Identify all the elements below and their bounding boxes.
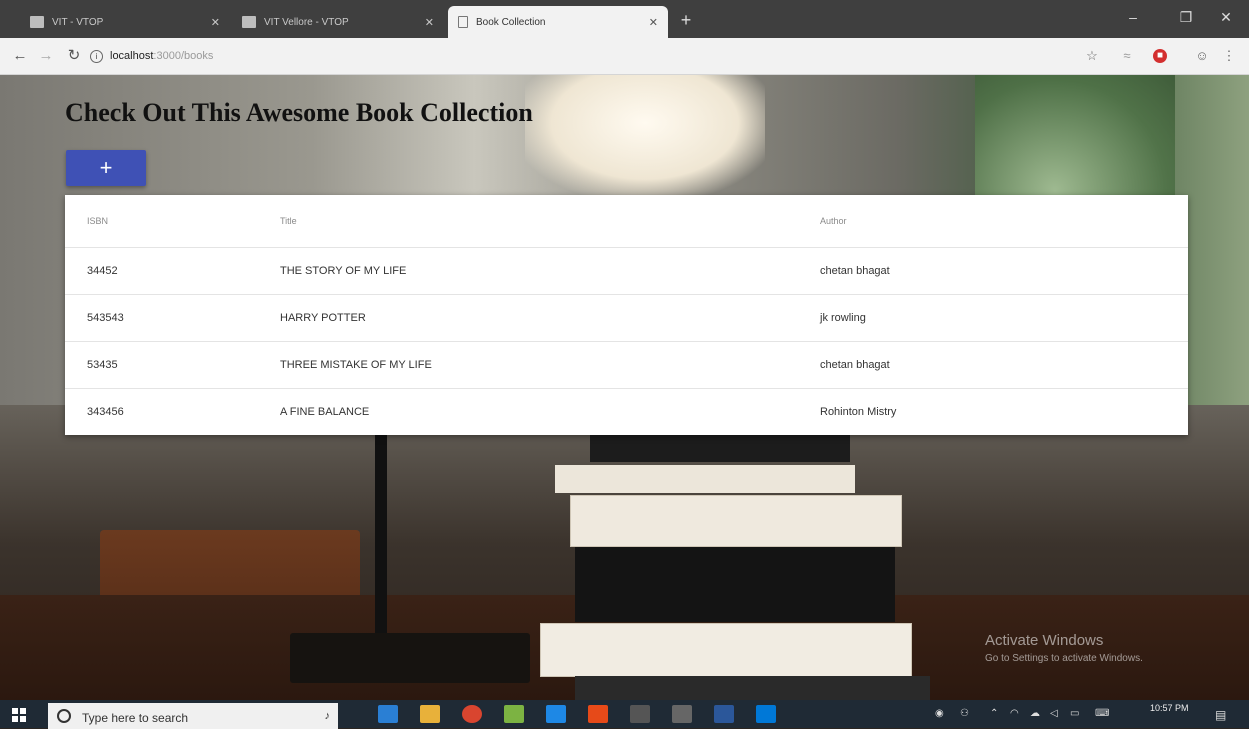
column-header-author: Author — [820, 195, 1188, 248]
bookmark-star-icon[interactable]: ☆ — [1083, 47, 1101, 65]
lamp-stem — [375, 415, 387, 645]
file-explorer-icon[interactable] — [420, 705, 440, 723]
windows-start-icon[interactable] — [12, 708, 26, 722]
edge-icon[interactable] — [546, 705, 566, 723]
site-info-icon[interactable]: i — [90, 50, 103, 63]
cell-title: THREE MISTAKE OF MY LIFE — [280, 341, 820, 389]
browser-tab-book-collection[interactable]: Book Collection ✕ — [448, 6, 668, 38]
table-row[interactable]: 53435 THREE MISTAKE OF MY LIFE chetan bh… — [65, 341, 1188, 389]
store-icon[interactable] — [504, 705, 524, 723]
column-header-title: Title — [280, 195, 820, 248]
volume-icon[interactable]: ◁ — [1050, 708, 1058, 719]
notifications-icon[interactable]: ▤ — [1215, 708, 1226, 722]
cell-author: jk rowling — [820, 294, 1188, 342]
people-icon[interactable]: ⚇ — [960, 708, 969, 719]
page-title: Check Out This Awesome Book Collection — [65, 98, 533, 127]
microphone-icon[interactable]: ♪ — [325, 710, 331, 722]
table-header-row: ISBN Title Author — [65, 195, 1188, 248]
battery-icon[interactable]: ▭ — [1070, 708, 1079, 719]
chrome-icon[interactable] — [462, 705, 482, 723]
cell-title: A FINE BALANCE — [280, 406, 370, 418]
add-book-button[interactable]: + — [66, 150, 146, 186]
minimize-icon[interactable]: – — [1110, 0, 1156, 38]
url-field[interactable]: localhost:3000/books — [110, 46, 213, 66]
books-table: ISBN Title Author 34452 THE STORY OF MY … — [65, 195, 1188, 435]
search-icon — [57, 709, 71, 723]
reload-icon[interactable]: ↻ — [64, 46, 84, 66]
table-row[interactable]: 34452 THE STORY OF MY LIFE chetan bhagat — [65, 247, 1188, 295]
window-close-icon[interactable]: ✕ — [1203, 0, 1249, 38]
tab-close-icon[interactable]: ✕ — [425, 16, 434, 29]
vscode-icon[interactable] — [756, 705, 776, 723]
address-bar: ← → ↻ i localhost:3000/books ☆ ≈ ■ ☺ ⋮ — [0, 38, 1249, 75]
taskbar-clock[interactable]: 10:57 PM — [1150, 703, 1189, 714]
show-hidden-icons-chevron-icon[interactable]: ⌃ — [990, 708, 998, 719]
favicon-icon — [30, 16, 44, 28]
wifi-icon[interactable]: ◠ — [1010, 708, 1019, 719]
new-tab-icon[interactable]: + — [674, 6, 698, 34]
back-arrow-icon[interactable]: ← — [10, 46, 30, 66]
watermark-line-1: Activate Windows — [985, 632, 1104, 649]
forward-arrow-icon[interactable]: → — [36, 46, 56, 66]
network-icon[interactable]: ◉ — [935, 708, 944, 719]
cell-isbn: 53435 — [65, 341, 280, 389]
page-viewport: Check Out This Awesome Book Collection +… — [0, 75, 1249, 700]
adblock-stop-icon[interactable]: ■ — [1153, 49, 1167, 63]
terminal-icon[interactable] — [630, 705, 650, 723]
table-row[interactable]: 543543 HARRY POTTER jk rowling — [65, 294, 1188, 342]
tab-title: VIT Vellore - VTOP — [264, 16, 349, 28]
browser-tab-strip: VIT - VTOP ✕ VIT Vellore - VTOP ✕ Book C… — [0, 0, 1249, 38]
table-row[interactable]: 343456 A FINE BALANCE Rohinton Mistry — [65, 389, 1188, 436]
word-icon[interactable] — [714, 705, 734, 723]
browser-tab-vit-vellore[interactable]: VIT Vellore - VTOP ✕ — [232, 6, 444, 38]
book-spine — [540, 623, 912, 677]
cell-isbn: 34452 — [65, 247, 280, 295]
page-icon — [458, 16, 468, 28]
url-host: localhost — [110, 50, 154, 62]
tab-title: VIT - VTOP — [52, 16, 104, 28]
book-spine — [555, 465, 855, 493]
activate-windows-watermark: Activate Windows Go to Settings to activ… — [985, 632, 1143, 664]
terminal-icon[interactable] — [672, 705, 692, 723]
tab-close-icon[interactable]: ✕ — [211, 16, 220, 29]
keyboard-icon[interactable]: ⌨ — [1095, 708, 1109, 719]
cell-isbn: 543543 — [65, 294, 280, 342]
extension-icon[interactable]: ≈ — [1118, 47, 1136, 65]
lamp-shade-glow — [525, 75, 765, 195]
cloud-icon[interactable]: ☁ — [1030, 708, 1040, 719]
cell-author: chetan bhagat — [820, 247, 1188, 295]
windows-taskbar: Type here to search ♪ ◉ ⚇ ⌃ ◠ ☁ ◁ ▭ ⌨ 10… — [0, 700, 1249, 729]
task-view-icon[interactable] — [378, 705, 398, 723]
tab-title: Book Collection — [476, 16, 546, 28]
favicon-icon — [242, 16, 256, 28]
watermark-line-2: Go to Settings to activate Windows. — [985, 653, 1143, 664]
book-spine — [575, 547, 895, 622]
app-icon[interactable] — [588, 705, 608, 723]
cell-isbn: 343456 — [87, 406, 124, 418]
cell-author: Rohinton Mistry — [820, 406, 897, 418]
books-table-card: ISBN Title Author 34452 THE STORY OF MY … — [65, 195, 1188, 435]
cell-author: chetan bhagat — [820, 341, 1188, 389]
profile-avatar-icon[interactable]: ☺ — [1193, 47, 1211, 65]
search-placeholder: Type here to search — [82, 711, 189, 725]
cell-title: THE STORY OF MY LIFE — [280, 247, 820, 295]
browser-tab-vtop[interactable]: VIT - VTOP ✕ — [20, 6, 230, 38]
lamp-base — [290, 633, 530, 683]
column-header-isbn: ISBN — [65, 195, 280, 248]
menu-kebab-icon[interactable]: ⋮ — [1220, 47, 1238, 65]
book-spine — [575, 676, 930, 700]
url-path: :3000/books — [153, 50, 214, 62]
tab-close-icon[interactable]: ✕ — [649, 16, 658, 29]
book-spine — [570, 495, 902, 547]
taskbar-search-box[interactable]: Type here to search ♪ — [48, 703, 338, 729]
cell-title: HARRY POTTER — [280, 294, 820, 342]
